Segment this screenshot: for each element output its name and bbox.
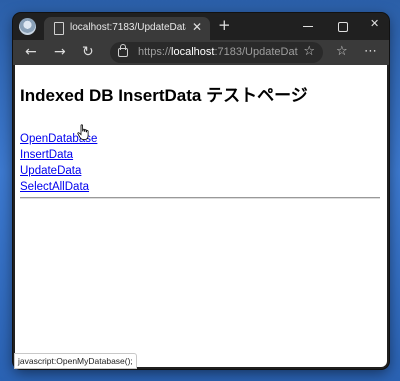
address-bar[interactable]: https://localhost:7183/UpdateDat... ☆ — [110, 42, 323, 63]
tab-close-icon[interactable]: ✕ — [192, 20, 202, 34]
star-icon[interactable]: ☆ — [303, 44, 315, 59]
tab-title: localhost:7183/UpdateData.html — [70, 22, 186, 33]
tab-active[interactable]: localhost:7183/UpdateData.html ✕ — [44, 17, 210, 40]
link-insert-data[interactable]: InsertData — [20, 147, 97, 163]
more-icon[interactable]: ⋯ — [364, 44, 377, 60]
refresh-icon[interactable]: ↻ — [82, 44, 94, 60]
close-icon[interactable]: ✕ — [370, 18, 379, 30]
horizontal-rule — [20, 197, 380, 199]
profile-icon[interactable] — [19, 18, 36, 35]
page-content: Indexed DB InsertData テストページ OpenDatabas… — [15, 65, 387, 367]
back-icon[interactable]: ← — [25, 44, 37, 60]
page-title: Indexed DB InsertData テストページ — [20, 86, 308, 105]
link-update-data[interactable]: UpdateData — [20, 163, 97, 179]
url-text[interactable]: https://localhost:7183/UpdateDat... — [138, 46, 298, 58]
url-rest: :7183/UpdateDat... — [214, 46, 298, 58]
status-bar: javascript:OpenMyDatabase(); — [14, 353, 137, 369]
document-icon — [54, 22, 64, 35]
minimize-icon[interactable] — [303, 26, 313, 27]
url-host: localhost — [171, 46, 215, 58]
link-select-all-data[interactable]: SelectAllData — [20, 179, 97, 195]
forward-icon[interactable]: → — [54, 44, 66, 60]
favorites-icon[interactable]: ☆ — [336, 44, 348, 60]
new-tab-button[interactable]: + — [218, 18, 231, 33]
title-bar: localhost:7183/UpdateData.html ✕ + ✕ — [13, 13, 389, 40]
navigation-toolbar: ← → ↻ https://localhost:7183/UpdateDat..… — [13, 40, 389, 65]
lock-icon[interactable] — [118, 44, 128, 57]
url-scheme: https:// — [138, 46, 172, 58]
hand-cursor-icon — [77, 124, 89, 140]
maximize-icon[interactable] — [338, 22, 348, 32]
browser-window: localhost:7183/UpdateData.html ✕ + ✕ ← →… — [13, 13, 389, 369]
